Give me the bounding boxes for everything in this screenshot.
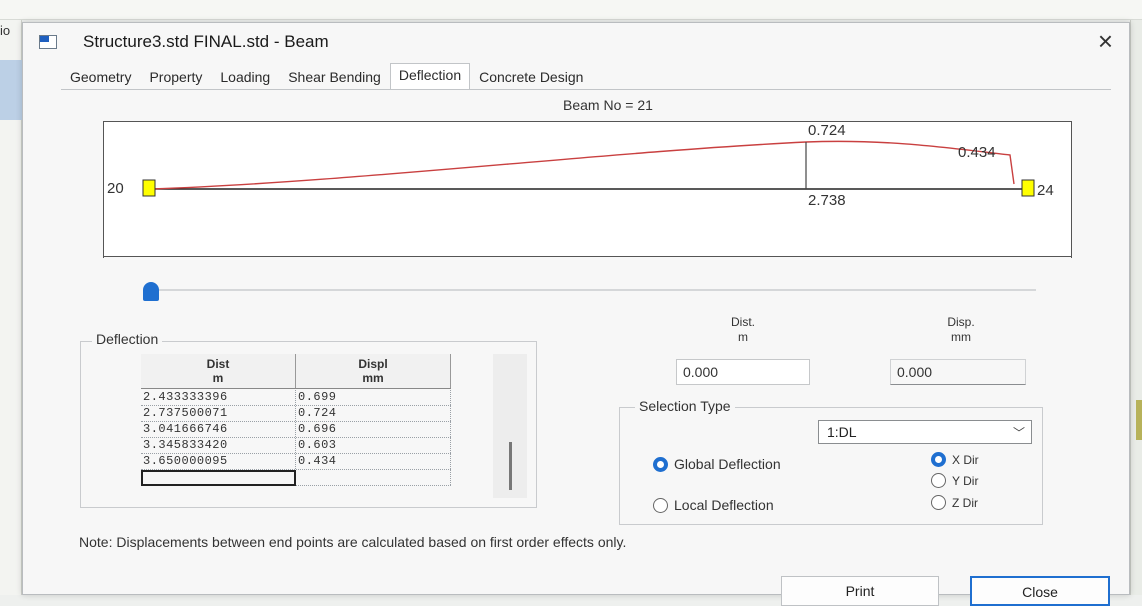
y-dir-radio[interactable]: Y Dir: [931, 473, 978, 488]
table-scrollbar-thumb[interactable]: [509, 442, 512, 490]
tab-deflection[interactable]: Deflection: [389, 63, 471, 90]
displ-header-text: Displ: [358, 357, 388, 371]
load-case-select[interactable]: 1:DL ﹀: [818, 420, 1032, 444]
x-dir-label: X Dir: [952, 452, 979, 467]
end-deflection-value: 0.434: [958, 144, 996, 161]
deflection-table-rows: 2.433333396 0.699 2.737500071 0.724 3.04…: [141, 390, 451, 486]
local-deflection-radio[interactable]: Local Deflection: [653, 497, 774, 513]
tab-property[interactable]: Property: [140, 65, 211, 91]
deflection-diagram: 20 24 0.724 0.434 2.738: [103, 121, 1072, 258]
table-row[interactable]: 2.433333396 0.699: [141, 390, 451, 406]
dist-field-label: Dist. m: [713, 315, 773, 345]
table-row[interactable]: 3.345833420 0.603: [141, 438, 451, 454]
local-deflection-label: Local Deflection: [674, 497, 774, 513]
chevron-down-icon: ﹀: [1012, 426, 1025, 440]
disp-field-label-unit: mm: [951, 330, 971, 344]
background-app-right-strip: [1136, 400, 1142, 440]
table-row[interactable]: 3.041666746 0.696: [141, 422, 451, 438]
table-row[interactable]: 2.737500071 0.724: [141, 406, 451, 422]
dist-field-label-text: Dist.: [731, 315, 755, 329]
tab-divider: [61, 89, 1111, 90]
dist-input[interactable]: 0.000: [676, 359, 810, 385]
dist-cell-editing[interactable]: [141, 470, 296, 486]
position-slider-thumb[interactable]: [143, 282, 159, 301]
tab-concrete-design[interactable]: Concrete Design: [470, 65, 592, 91]
x-dir-radio-indicator[interactable]: [931, 452, 946, 467]
displ-cell[interactable]: [296, 470, 451, 485]
z-dir-radio[interactable]: Z Dir: [931, 495, 978, 510]
table-row-new[interactable]: [141, 470, 451, 486]
displ-cell[interactable]: 0.724: [296, 406, 451, 421]
note-text: Note: Displacements between end points a…: [79, 534, 627, 550]
z-dir-radio-indicator[interactable]: [931, 495, 946, 510]
dist-field-label-unit: m: [738, 330, 748, 344]
displ-cell[interactable]: 0.696: [296, 422, 451, 437]
window-title: Structure3.std FINAL.std - Beam: [83, 32, 329, 51]
start-support-marker: [142, 179, 156, 197]
disp-field-label: Disp. mm: [931, 315, 991, 345]
displ-cell[interactable]: 0.603: [296, 438, 451, 453]
global-deflection-radio[interactable]: Global Deflection: [653, 456, 781, 472]
background-app-right-panel: [1130, 20, 1142, 595]
background-app-toolbar: [0, 0, 1142, 20]
tab-loading[interactable]: Loading: [211, 65, 279, 91]
position-slider-track[interactable]: [151, 289, 1036, 291]
max-deflection-value: 0.724: [808, 122, 846, 139]
start-node-label: 20: [107, 180, 124, 197]
end-node-label: 24: [1037, 182, 1054, 199]
deflection-diagram-svg: [103, 122, 1072, 258]
deflection-group-label: Deflection: [92, 331, 163, 347]
dist-cell[interactable]: 3.345833420: [141, 438, 296, 453]
local-deflection-radio-indicator[interactable]: [653, 497, 668, 513]
background-app-strip: [0, 60, 22, 120]
tab-bar: Geometry Property Loading Shear Bending …: [61, 63, 592, 91]
displ-cell[interactable]: 0.434: [296, 454, 451, 469]
global-deflection-label: Global Deflection: [674, 456, 781, 472]
global-deflection-radio-indicator[interactable]: [653, 456, 668, 472]
beam-number-label: Beam No = 21: [563, 97, 653, 113]
background-app-label: io: [0, 23, 11, 38]
displ-column-header: Displ mm: [296, 354, 451, 388]
load-case-value: 1:DL: [827, 424, 857, 440]
disp-output: 0.000: [890, 359, 1026, 385]
beam-dialog: Structure3.std FINAL.std - Beam × Geomet…: [22, 22, 1130, 606]
y-dir-radio-indicator[interactable]: [931, 473, 946, 488]
dist-cell[interactable]: 3.650000095: [141, 454, 296, 469]
dist-cell[interactable]: 2.737500071: [141, 406, 296, 421]
z-dir-label: Z Dir: [952, 495, 978, 510]
app-icon: [39, 35, 57, 49]
x-dir-radio[interactable]: X Dir: [931, 452, 979, 467]
close-button[interactable]: Close: [970, 576, 1110, 606]
selection-type-label: Selection Type: [635, 398, 735, 414]
table-row[interactable]: 3.650000095 0.434: [141, 454, 451, 470]
tab-geometry[interactable]: Geometry: [61, 65, 140, 91]
max-deflection-distance: 2.738: [808, 192, 846, 209]
close-icon[interactable]: ×: [1098, 27, 1113, 55]
dist-header-unit: m: [212, 371, 224, 385]
background-app-left-panel: [0, 20, 22, 595]
y-dir-label: Y Dir: [952, 473, 979, 488]
dist-column-header: Dist m: [141, 354, 296, 388]
title-bar: Structure3.std FINAL.std - Beam ×: [23, 23, 1129, 61]
end-support-marker: [1021, 179, 1035, 197]
dist-cell[interactable]: 3.041666746: [141, 422, 296, 437]
table-scrollbar[interactable]: [493, 354, 527, 498]
tab-shear-bending[interactable]: Shear Bending: [279, 65, 390, 91]
deflection-table-header: Dist m Displ mm: [141, 354, 451, 389]
print-button[interactable]: Print: [781, 576, 939, 606]
displ-cell[interactable]: 0.699: [296, 390, 451, 405]
disp-field-label-text: Disp.: [947, 315, 975, 329]
dist-cell[interactable]: 2.433333396: [141, 390, 296, 405]
displ-header-unit: mm: [362, 371, 384, 385]
dist-header-text: Dist: [206, 357, 230, 371]
deflected-shape-curve: [150, 140, 1015, 190]
